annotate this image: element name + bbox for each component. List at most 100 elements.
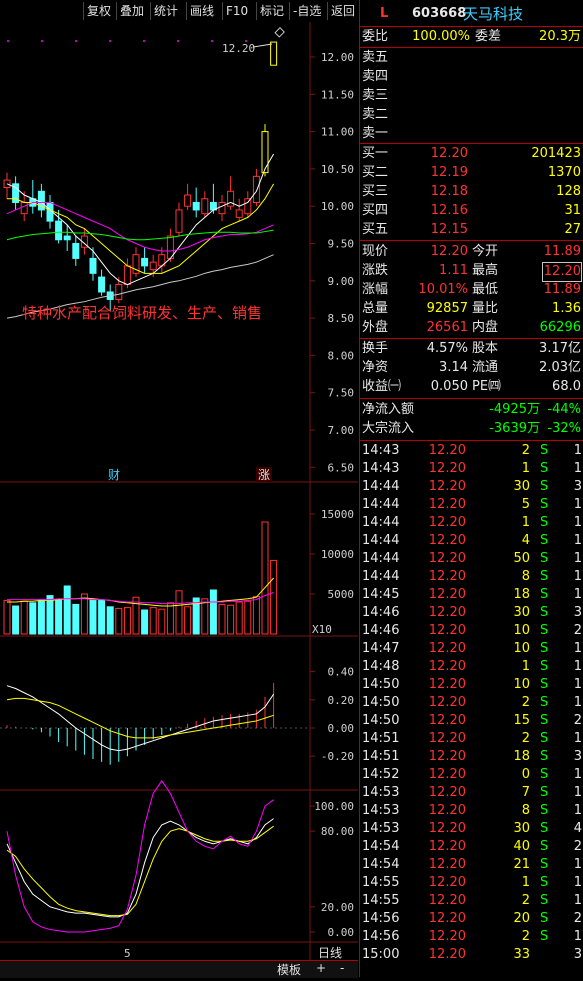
fund-value: 3.14 (439, 360, 468, 375)
tick-time: 14:56 (362, 929, 400, 944)
fund-value: 4.57% (426, 341, 468, 356)
volume-bar (3, 599, 11, 635)
template-button[interactable]: 模板 (277, 961, 301, 978)
tick-side: S (540, 515, 549, 530)
tick-volume: 7 (521, 785, 530, 800)
last-price-leader (252, 43, 273, 48)
toolbar-button-3[interactable]: 画线 (186, 2, 217, 20)
tick-price: 12.20 (428, 677, 466, 692)
candle-body (20, 201, 28, 215)
tick-time: 14:46 (362, 623, 400, 638)
sell-level-label: 卖三 (362, 88, 389, 103)
tick-row: 14:44 12.20 5 S 1 (360, 496, 583, 514)
tick-row: 14:48 12.20 1 S 1 (360, 658, 583, 676)
tick-side: S (540, 497, 549, 512)
tick-count: 3 (573, 749, 582, 764)
tick-side: S (540, 821, 549, 836)
toolbar-button-0[interactable]: 复权 (83, 2, 114, 20)
tick-side: S (540, 749, 549, 764)
volume-bar (184, 606, 192, 635)
tick-volume: 30 (513, 479, 530, 494)
tick-time: 14:44 (362, 551, 400, 566)
volume-bar (201, 598, 209, 635)
tick-row: 14:55 12.20 2 S 1 (360, 892, 583, 910)
tick-volume: 2 (521, 893, 530, 908)
volume-bar (80, 593, 88, 635)
tick-volume: 1 (521, 461, 530, 476)
quote-row: 总量 92857 量比 1.36 (360, 300, 583, 318)
tick-count: 1 (573, 731, 582, 746)
tick-count: 1 (573, 587, 582, 602)
toolbar-button-1[interactable]: 叠加 (116, 2, 147, 20)
sell-level-row: 卖二 (360, 106, 583, 124)
tick-row: 15:00 12.20 33 3 (360, 946, 583, 964)
toolbar-button-6[interactable]: -自选 (289, 2, 324, 20)
kline-chart-svg[interactable]: 12.00 11.50 11.00 10.50 10.00 9.50 9.00 8.50 8.0… (0, 22, 358, 977)
tick-time: 14:53 (362, 821, 400, 836)
buy-level-price: 12.15 (430, 222, 468, 237)
kdj-j-line (6, 779, 274, 933)
tick-count: 4 (573, 821, 582, 836)
candle-body (270, 41, 278, 66)
tick-count: 2 (573, 713, 582, 728)
tick-time: 14:50 (362, 713, 400, 728)
fundamental-row: 收益㈠ 0.050 PE㈣ 68.0 (360, 378, 583, 396)
zoom-out-button[interactable]: - (340, 961, 344, 975)
candle-body (175, 209, 183, 233)
macd-tick-label: 0.40 (328, 666, 355, 679)
chart-area[interactable]: 12.00 11.50 11.00 10.50 10.00 9.50 9.00 8.50 8.0… (0, 22, 358, 977)
candle-body (184, 194, 192, 207)
flow-value: -3639万 (489, 421, 540, 436)
price-tick-label: 10.50 (321, 163, 354, 176)
candle-body (55, 220, 63, 241)
quote-label: 总量 (362, 301, 389, 316)
chart-toolbar: 复权 叠加 统计 画线 F10 标记 -自选 返回 (0, 0, 358, 22)
fund-label: 股本 (472, 341, 499, 356)
candle-body (192, 201, 200, 211)
tick-side: S (540, 731, 549, 746)
buy-level-volume: 128 (556, 184, 581, 199)
dot-marker (211, 40, 213, 42)
toolbar-button-4[interactable]: F10 (222, 2, 251, 20)
tick-row: 14:54 12.20 40 S 2 (360, 838, 583, 856)
candle-body (201, 198, 209, 215)
buy-level-label: 买二 (362, 165, 389, 180)
tick-count: 1 (573, 785, 582, 800)
quote-row: 外盘 26561 内盘 66296 (360, 319, 583, 337)
dot-marker (41, 40, 43, 42)
buy-level-row: 买五 12.15 27 (360, 221, 583, 239)
tick-side: S (540, 767, 549, 782)
tick-price: 12.20 (428, 515, 466, 530)
period-label[interactable]: 日线 (318, 944, 342, 961)
toolbar-button-5[interactable]: 标记 (256, 2, 287, 20)
tick-side: S (540, 713, 549, 728)
tick-volume: 20 (513, 911, 530, 926)
tick-side: S (540, 641, 549, 656)
buy-level-price: 12.19 (430, 165, 468, 180)
zoom-in-button[interactable]: + (316, 961, 326, 975)
toolbar-button-2[interactable]: 统计 (150, 2, 181, 20)
volume-bar (115, 607, 123, 635)
tick-volume: 40 (513, 839, 530, 854)
fund-label: 流通 (472, 360, 499, 375)
marker-zhang[interactable]: 涨 (258, 467, 270, 482)
diamond-marker (274, 27, 285, 38)
buy-level-price: 12.18 (430, 184, 468, 199)
quote-value: 92857 (426, 301, 468, 316)
tick-row: 14:44 12.20 1 S 1 (360, 514, 583, 532)
macd-tick-label: -0.20 (321, 750, 354, 763)
fund-label: 收益㈠ (362, 379, 402, 394)
toolbar-button-7[interactable]: 返回 (327, 2, 358, 20)
volume-bar (244, 600, 252, 635)
tick-row: 14:44 12.20 30 S 3 (360, 478, 583, 496)
quote-row: 现价 12.20 今开 11.89 (360, 243, 583, 261)
kdj-tick-label: 80.00 (321, 825, 354, 838)
volume-bar (72, 603, 80, 635)
tick-price: 12.20 (428, 587, 466, 602)
tick-volume: 33 (513, 947, 530, 962)
buy-level-label: 买四 (362, 203, 389, 218)
tick-volume: 1 (521, 515, 530, 530)
tick-side: S (540, 533, 549, 548)
price-tick-label: 8.50 (328, 312, 355, 325)
marker-cai[interactable]: 财 (108, 468, 120, 482)
